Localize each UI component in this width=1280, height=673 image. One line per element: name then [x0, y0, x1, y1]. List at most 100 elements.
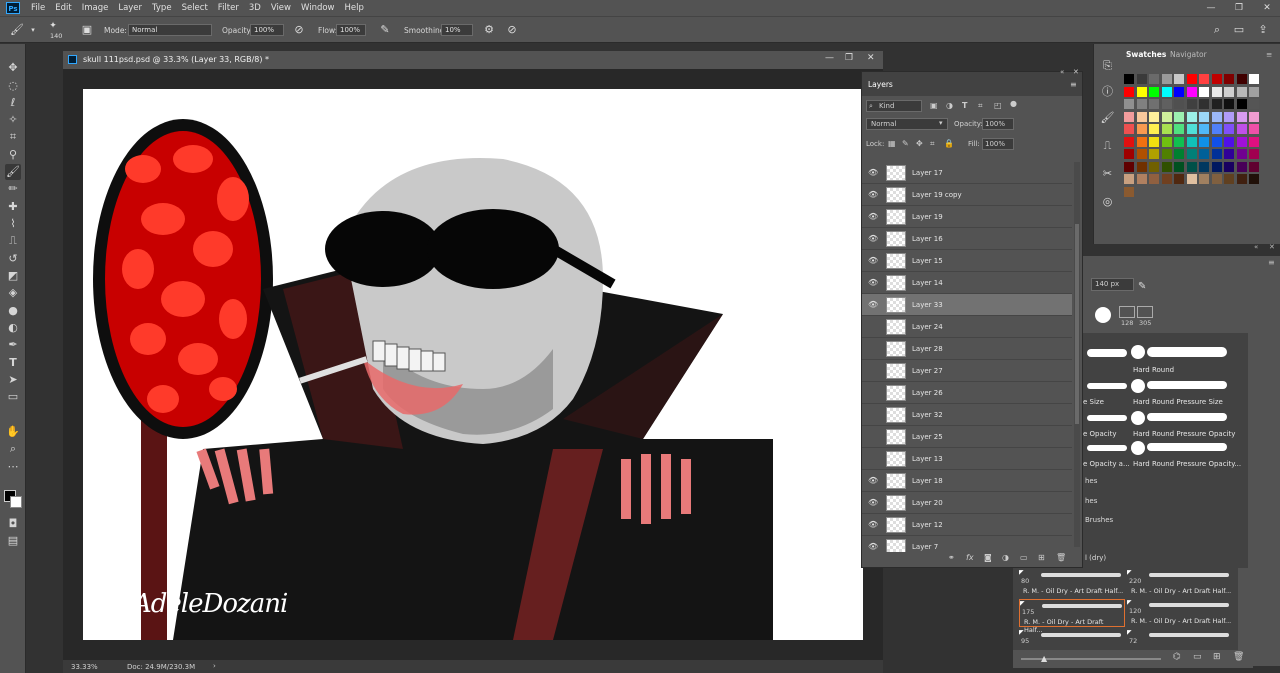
- layer-row[interactable]: 👁 Layer 12: [862, 514, 1072, 536]
- history-brush-tool-icon[interactable]: ↺: [5, 251, 21, 267]
- mode-select[interactable]: Normal: [128, 24, 212, 36]
- color-swatch[interactable]: [1199, 86, 1209, 97]
- color-swatch[interactable]: [1211, 174, 1222, 184]
- menu-filter[interactable]: Filter: [213, 3, 244, 13]
- color-swatch[interactable]: [1186, 161, 1197, 172]
- color-swatch[interactable]: [1136, 74, 1147, 84]
- flow-input[interactable]: 100%: [336, 24, 366, 36]
- filter-pixel-icon[interactable]: ▣: [930, 101, 938, 110]
- panel-collapse-icon[interactable]: «: [1060, 68, 1064, 76]
- hand-tool-icon[interactable]: ✋: [5, 424, 21, 440]
- status-menu-icon[interactable]: ›: [213, 662, 216, 670]
- eye-icon[interactable]: 👁: [868, 168, 878, 178]
- color-swatch[interactable]: [1249, 99, 1259, 109]
- layer-fill-input[interactable]: 100%: [982, 138, 1014, 150]
- layer-name[interactable]: Layer 27: [912, 367, 943, 375]
- info-panel-icon[interactable]: ⓘ: [1100, 84, 1115, 99]
- layer-thumbnail[interactable]: [886, 429, 906, 445]
- filter-type-icon[interactable]: T: [962, 101, 967, 110]
- color-swatch[interactable]: [1136, 136, 1147, 147]
- layer-thumbnail[interactable]: [886, 187, 906, 203]
- preview-size-slider-handle[interactable]: ▲: [1041, 654, 1047, 663]
- brush-tool-icon[interactable]: 🖌: [10, 23, 24, 37]
- pen-tool-icon[interactable]: ✒: [5, 337, 21, 353]
- color-swatch[interactable]: [1211, 136, 1222, 147]
- paint-bucket-tool-icon[interactable]: ◈: [5, 285, 21, 301]
- color-swatch[interactable]: [1124, 149, 1134, 159]
- color-swatch[interactable]: [1124, 174, 1134, 184]
- trash-icon[interactable]: 🗑: [1056, 553, 1066, 562]
- color-swatch[interactable]: [1224, 136, 1234, 147]
- layer-thumbnail[interactable]: [886, 231, 906, 247]
- color-swatch[interactable]: [1174, 174, 1184, 184]
- menu-edit[interactable]: Edit: [50, 3, 76, 13]
- color-swatch[interactable]: [1211, 74, 1222, 84]
- layer-name[interactable]: Layer 13: [912, 455, 943, 463]
- close-window-button[interactable]: ✕: [1254, 0, 1280, 16]
- tab-navigator[interactable]: Navigator: [1170, 50, 1207, 59]
- menu-image[interactable]: Image: [77, 3, 114, 13]
- color-swatch[interactable]: [1199, 149, 1209, 159]
- brush-group[interactable]: hes: [1085, 477, 1097, 485]
- crop-tool-icon[interactable]: ⌗: [5, 129, 21, 145]
- layer-thumbnail[interactable]: [886, 297, 906, 313]
- menu-view[interactable]: View: [266, 3, 296, 13]
- color-swatch[interactable]: [1249, 174, 1259, 184]
- color-swatch[interactable]: [1249, 161, 1259, 172]
- color-swatch[interactable]: [1136, 149, 1147, 159]
- eye-icon[interactable]: 👁: [868, 212, 878, 222]
- dodge-tool-icon[interactable]: ◐: [5, 320, 21, 336]
- type-tool-icon[interactable]: T: [5, 355, 21, 371]
- canvas[interactable]: AdeleDozani: [83, 89, 863, 640]
- eyedropper-tool-icon[interactable]: ⚲: [5, 147, 21, 163]
- eye-icon[interactable]: 👁: [868, 190, 878, 200]
- color-swatch[interactable]: [1224, 99, 1234, 109]
- eye-hidden-icon[interactable]: [868, 322, 878, 332]
- color-swatch[interactable]: [1224, 174, 1234, 184]
- layer-row[interactable]: 👁 Layer 18: [862, 470, 1072, 492]
- chevron-down-icon[interactable]: ▾: [26, 23, 40, 37]
- layers-scrollbar[interactable]: [1074, 162, 1080, 547]
- lock-image-icon[interactable]: ✎: [902, 139, 909, 148]
- color-swatch[interactable]: [1124, 161, 1134, 172]
- mixer-brush-tool-icon[interactable]: ⌇: [5, 216, 21, 232]
- color-swatch[interactable]: [1224, 74, 1234, 84]
- screen-mode-icon[interactable]: ▤: [5, 533, 21, 549]
- color-swatch[interactable]: [1136, 86, 1147, 97]
- panel-menu-icon[interactable]: ≡: [1070, 80, 1077, 89]
- color-swatch[interactable]: [1174, 86, 1184, 97]
- marquee-tool-icon[interactable]: ◌: [5, 78, 21, 94]
- eye-icon[interactable]: 👁: [868, 256, 878, 266]
- color-swatch[interactable]: [1236, 86, 1247, 97]
- pressure-opacity-icon[interactable]: ⊘: [292, 23, 306, 37]
- lock-transparent-icon[interactable]: ▦: [888, 139, 896, 148]
- color-swatch[interactable]: [1236, 111, 1247, 122]
- menu-file[interactable]: File: [26, 3, 50, 13]
- layer-row[interactable]: Layer 25: [862, 426, 1072, 448]
- color-swatch[interactable]: [1211, 124, 1222, 134]
- background-color-swatch[interactable]: [10, 496, 22, 508]
- eraser-tool-icon[interactable]: ◩: [5, 268, 21, 284]
- list-item[interactable]: e Size Hard Round Pressure Size: [1083, 377, 1248, 407]
- color-swatch[interactable]: [1186, 86, 1197, 97]
- color-swatch[interactable]: [1236, 99, 1247, 109]
- zoom-tool-icon[interactable]: ⌕: [5, 441, 21, 457]
- color-swatch[interactable]: [1236, 161, 1247, 172]
- clone-source-panel-icon[interactable]: ⎍: [1100, 138, 1115, 153]
- link-layers-icon[interactable]: ⚭: [948, 553, 955, 562]
- doc-close-icon[interactable]: ✕: [867, 53, 875, 63]
- layer-name[interactable]: Layer 15: [912, 257, 943, 265]
- eye-icon[interactable]: 👁: [868, 520, 878, 530]
- eye-icon[interactable]: 👁: [868, 234, 878, 244]
- color-swatch[interactable]: [1199, 111, 1209, 122]
- brush-group[interactable]: hes: [1085, 497, 1097, 505]
- color-swatch[interactable]: [1186, 111, 1197, 122]
- layer-thumbnail[interactable]: [886, 385, 906, 401]
- brush-size-input[interactable]: 140 px: [1091, 278, 1134, 291]
- color-swatch[interactable]: [1161, 74, 1172, 84]
- panel-menu-icon[interactable]: ≡: [1266, 50, 1272, 59]
- color-swatch[interactable]: [1174, 124, 1184, 134]
- color-swatch[interactable]: [1124, 86, 1134, 97]
- menu-3d[interactable]: 3D: [244, 3, 266, 13]
- color-swatch[interactable]: [1149, 99, 1159, 109]
